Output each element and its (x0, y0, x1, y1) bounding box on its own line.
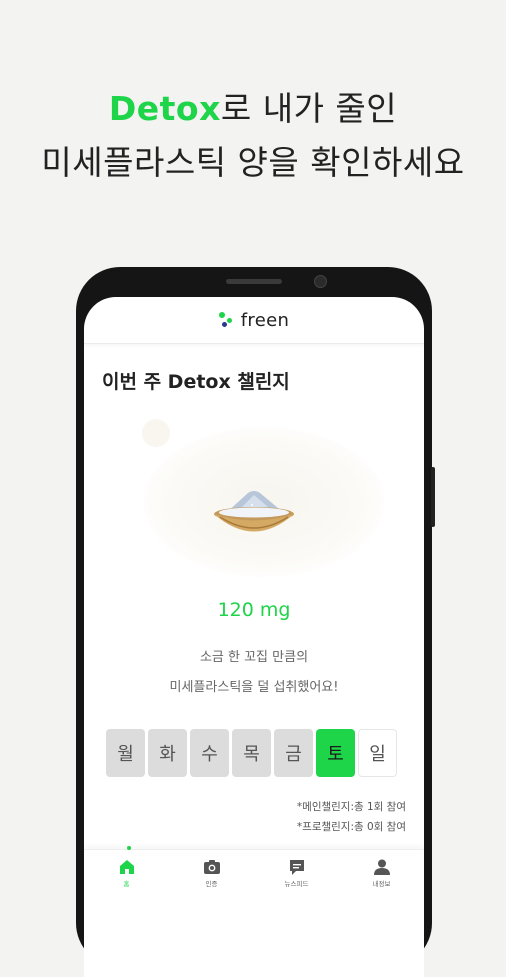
challenge-title: 이번 주 Detox 챌린지 (102, 371, 290, 393)
app-screen: freen 이번 주 Detox 챌린지 120 mg 소금 한 꼬집 만큼의 … (84, 297, 424, 977)
amount-description: 소금 한 꼬집 만큼의 미세플라스틱을 덜 섭취했어요! (84, 643, 424, 703)
salt-bowl-icon (214, 491, 294, 532)
phone-side-button (431, 467, 435, 527)
app-logo-text: freen (240, 309, 290, 331)
user-icon (373, 859, 390, 875)
day-sat[interactable]: 토 (316, 729, 355, 777)
participation-notes: *메인챌린지:총 1회 참여 *프로챌린지:총 0회 참여 (297, 797, 406, 837)
nav-verify-label: 인증 (205, 880, 218, 888)
phone-frame: freen 이번 주 Detox 챌린지 120 mg 소금 한 꼬집 만큼의 … (76, 267, 435, 977)
chat-icon (289, 860, 304, 875)
nav-home-label: 홈 (123, 880, 130, 888)
day-wed[interactable]: 수 (190, 729, 229, 777)
pro-challenge-count: *프로챌린지:총 0회 참여 (296, 821, 406, 833)
day-sun[interactable]: 일 (358, 729, 397, 777)
illustration-bubble (142, 419, 170, 447)
phone-speaker (226, 279, 282, 284)
nav-myinfo-label: 내정보 (372, 880, 391, 888)
description-line-2: 미세플라스틱을 덜 섭취했어요! (169, 680, 339, 695)
promo-headline: Detox로 내가 줄인 미세플라스틱 양을 확인하세요 (0, 82, 506, 190)
nav-newsfeed[interactable]: 뉴스피드 (254, 850, 339, 900)
day-mon[interactable]: 월 (106, 729, 145, 777)
weekday-tracker: 월 화 수 목 금 토 일 (106, 729, 402, 777)
bottom-navigation: 홈 인증 뉴스피드 내정보 (84, 846, 424, 900)
phone-camera (314, 275, 327, 288)
microplastic-amount: 120 mg (217, 599, 291, 621)
description-line-1: 소금 한 꼬집 만큼의 (199, 650, 309, 665)
app-header: freen (84, 297, 424, 344)
headline-accent: Detox (108, 89, 221, 128)
headline-line-2: 미세플라스틱 양을 확인하세요 (41, 143, 465, 182)
day-tue[interactable]: 화 (148, 729, 187, 777)
day-thu[interactable]: 목 (232, 729, 271, 777)
nav-myinfo[interactable]: 내정보 (339, 850, 424, 900)
nav-newsfeed-label: 뉴스피드 (284, 880, 309, 888)
headline-line-1-text: 로 내가 줄인 (220, 89, 398, 128)
day-fri[interactable]: 금 (274, 729, 313, 777)
main-challenge-count: *메인챌린지:총 1회 참여 (296, 801, 406, 813)
headline-line-1: Detox로 내가 줄인 (0, 82, 506, 136)
camera-icon (203, 860, 220, 874)
freen-logo-icon (218, 312, 235, 328)
active-indicator (127, 846, 131, 850)
home-icon (119, 860, 134, 874)
nav-home[interactable]: 홈 (84, 846, 169, 900)
nav-verify[interactable]: 인증 (169, 850, 254, 900)
